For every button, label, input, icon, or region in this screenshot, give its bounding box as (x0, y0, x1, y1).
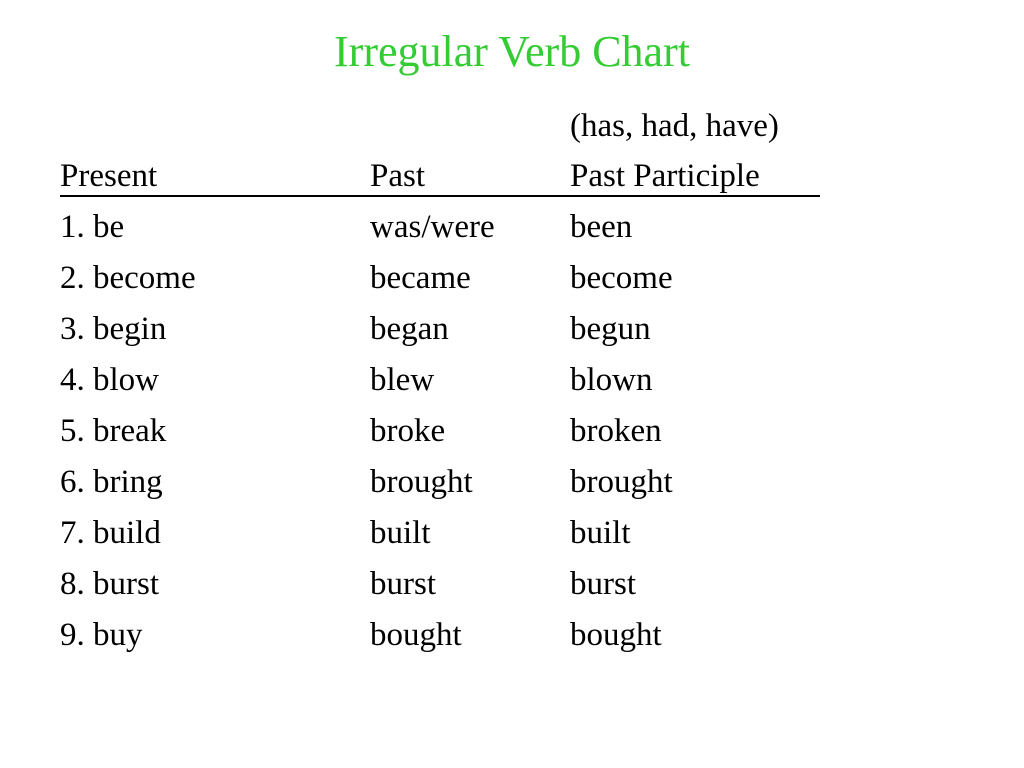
header-underline-rule (60, 195, 820, 197)
cell-past: began (370, 311, 449, 347)
cell-present: 4. blow (60, 362, 159, 398)
column-header-past: Past (370, 158, 426, 194)
auxiliary-verbs-note: (has, had, have) (570, 108, 779, 144)
table-row: 7. build built built (60, 513, 960, 564)
cell-past: became (370, 260, 471, 296)
table-row: 9. buy bought bought (60, 615, 960, 666)
table-row: 4. blow blew blown (60, 360, 960, 411)
cell-past-participle: begun (570, 311, 651, 347)
table-row: 6. bring brought brought (60, 462, 960, 513)
column-header-present: Present (60, 158, 158, 194)
cell-past: burst (370, 566, 436, 602)
cell-past-participle: blown (570, 362, 653, 398)
cell-present: 6. bring (60, 464, 163, 500)
table-header-row: Present Past Past Participle (60, 156, 960, 207)
column-header-past-participle: Past Participle (570, 158, 760, 194)
table-row: 8. burst burst burst (60, 564, 960, 615)
cell-past: bought (370, 617, 462, 653)
cell-past-participle: been (570, 209, 633, 245)
cell-past: broke (370, 413, 446, 449)
cell-past: built (370, 515, 431, 551)
cell-past: was/were (370, 209, 495, 245)
cell-present: 7. build (60, 515, 161, 551)
cell-past-participle: broken (570, 413, 662, 449)
cell-past: blew (370, 362, 435, 398)
cell-present: 5. break (60, 413, 167, 449)
page-title: Irregular Verb Chart (334, 27, 690, 76)
cell-past-participle: bought (570, 617, 662, 653)
cell-past: brought (370, 464, 473, 500)
irregular-verb-table: (has, had, have) Present Past Past Parti… (60, 106, 960, 666)
cell-past-participle: brought (570, 464, 673, 500)
table-row: 3. begin began begun (60, 309, 960, 360)
auxiliary-note-row: (has, had, have) (60, 106, 960, 156)
cell-present: 8. burst (60, 566, 159, 602)
table-row: 2. become became become (60, 258, 960, 309)
cell-past-participle: burst (570, 566, 636, 602)
cell-present: 3. begin (60, 311, 167, 347)
cell-past-participle: built (570, 515, 631, 551)
table-row: 1. be was/were been (60, 207, 960, 258)
slide-canvas: Irregular Verb Chart (has, had, have) Pr… (0, 0, 1024, 768)
table-body: 1. be was/were been 2. become became become 3.… (60, 207, 960, 666)
cell-present: 2. become (60, 260, 196, 296)
table-row: 5. break broke broken (60, 411, 960, 462)
cell-present: 9. buy (60, 617, 143, 653)
cell-past-participle: become (570, 260, 673, 296)
cell-present: 1. be (60, 209, 125, 245)
